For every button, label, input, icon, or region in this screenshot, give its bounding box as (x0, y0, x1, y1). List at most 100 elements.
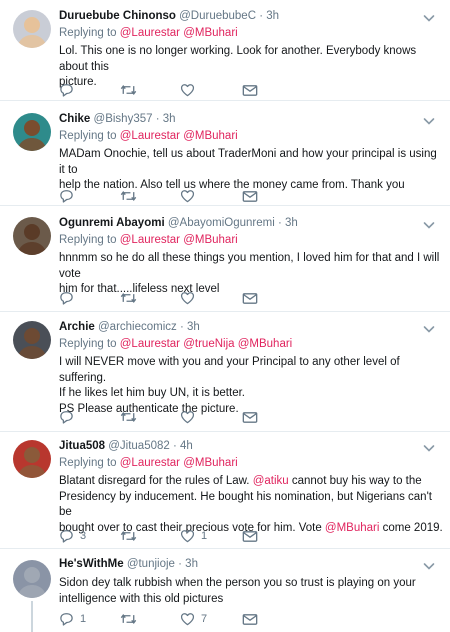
display-name[interactable]: Archie (59, 321, 95, 333)
timestamp[interactable]: 3h (285, 217, 298, 229)
tweet-text-line: Presidency by inducement. He bought his … (59, 490, 443, 521)
chevron-down-icon[interactable] (422, 114, 436, 128)
tweet[interactable]: Duruebube Chinonso @DuruebubeC · 3h Reply… (0, 0, 450, 101)
text-segment: come 2019. (379, 521, 443, 534)
retweet-icon (120, 410, 137, 424)
tweet-text-line: MADam Onochie, tell us about TraderMoni … (59, 148, 437, 176)
heart-icon (180, 529, 195, 543)
reply-button[interactable]: 3 (59, 528, 86, 544)
mention-link[interactable]: @trueNija (183, 338, 234, 350)
reply-button[interactable]: 1 (59, 611, 86, 627)
display-name[interactable]: Ogunremi Abayomi (59, 217, 165, 229)
display-name[interactable]: Chike (59, 113, 90, 125)
like-button[interactable]: 7 (180, 611, 207, 627)
replying-to: Replying to @Laurestar @trueNija @MBuhar… (59, 338, 292, 350)
mention-link[interactable]: @MBuhari (238, 338, 293, 350)
chevron-down-icon[interactable] (422, 11, 436, 25)
avatar[interactable] (13, 321, 51, 359)
replying-prefix: Replying to (59, 457, 117, 469)
separator-dot: · (169, 440, 181, 452)
avatar[interactable] (13, 113, 51, 151)
retweet-icon (120, 612, 137, 626)
chevron-down-icon[interactable] (422, 441, 436, 455)
timestamp[interactable]: 4h (180, 440, 193, 452)
replying-to: Replying to @Laurestar @MBuhari (59, 27, 238, 39)
mention-link[interactable]: @Laurestar (120, 27, 180, 39)
chevron-down-icon[interactable] (422, 218, 436, 232)
like-button[interactable] (180, 188, 201, 204)
tweet-text: Blatant disregard for the rules of Law. … (59, 474, 443, 536)
display-name[interactable]: Duruebube Chinonso (59, 10, 176, 22)
tweet[interactable]: Chike @Bishy357 · 3h Replying to @Laurest… (0, 101, 450, 206)
user-handle[interactable]: @archiecomicz (98, 321, 177, 333)
retweet-button[interactable] (120, 611, 143, 627)
user-handle[interactable]: @DuruebubeC (179, 10, 256, 22)
avatar[interactable] (13, 10, 51, 48)
reply-button[interactable] (59, 188, 80, 204)
mail-icon (242, 411, 258, 424)
mention-link[interactable]: @MBuhari (183, 27, 238, 39)
mention-link[interactable]: @Laurestar (120, 130, 180, 142)
timestamp[interactable]: 3h (266, 10, 279, 22)
tweet[interactable]: He'sWithMe @tunjioje · 3h Sidon dey talk … (0, 549, 450, 632)
reply-icon (59, 291, 74, 305)
user-handle[interactable]: @AbayomiOgunremi (168, 217, 275, 229)
mention-link[interactable]: @Laurestar (120, 457, 180, 469)
timestamp[interactable]: 3h (163, 113, 176, 125)
user-handle[interactable]: @tunjioje (127, 558, 175, 570)
replying-to: Replying to @Laurestar @MBuhari (59, 130, 238, 142)
mail-icon (242, 84, 258, 97)
text-segment: Blatant disregard for the rules of Law. (59, 475, 253, 487)
tweet[interactable]: Jitua508 @Jitua5082 · 4h Replying to @Lau… (0, 432, 450, 549)
like-count: 7 (201, 613, 208, 625)
separator-dot: · (174, 558, 186, 570)
retweet-button[interactable] (120, 409, 143, 425)
avatar[interactable] (13, 440, 51, 478)
display-name[interactable]: He'sWithMe (59, 558, 124, 570)
tweet[interactable]: Ogunremi Abayomi @AbayomiOgunremi · 3h Re… (0, 206, 450, 312)
separator-dot: · (176, 321, 188, 333)
dm-button[interactable] (242, 290, 258, 306)
dm-button[interactable] (242, 409, 258, 425)
retweet-button[interactable] (120, 188, 143, 204)
replying-prefix: Replying to (59, 27, 117, 39)
mention-link[interactable]: @Laurestar (120, 338, 180, 350)
avatar[interactable] (13, 560, 51, 598)
tweet-actions (59, 290, 359, 306)
retweet-button[interactable] (120, 82, 143, 98)
dm-button[interactable] (242, 188, 258, 204)
mention-link[interactable]: @Laurestar (120, 234, 180, 246)
tweet-actions: 31 (59, 528, 359, 544)
mention-link[interactable]: @MBuhari (183, 234, 238, 246)
retweet-button[interactable] (120, 528, 143, 544)
avatar[interactable] (13, 217, 51, 255)
reply-count: 3 (80, 530, 87, 542)
user-handle[interactable]: @Bishy357 (94, 113, 153, 125)
mention-link[interactable]: @MBuhari (183, 130, 238, 142)
reply-count: 1 (80, 613, 87, 625)
like-button[interactable] (180, 82, 201, 98)
reply-button[interactable] (59, 409, 80, 425)
mention-link[interactable]: @MBuhari (183, 457, 238, 469)
user-handle[interactable]: @Jitua5082 (108, 440, 170, 452)
mention-link[interactable]: @atiku (253, 475, 289, 487)
dm-button[interactable] (242, 611, 258, 627)
reply-button[interactable] (59, 82, 80, 98)
heart-icon (180, 83, 195, 97)
chevron-down-icon[interactable] (422, 559, 436, 573)
retweet-icon (120, 83, 137, 97)
tweet-header: Duruebube Chinonso @DuruebubeC · 3h (59, 10, 279, 22)
chevron-down-icon[interactable] (422, 322, 436, 336)
dm-button[interactable] (242, 82, 258, 98)
like-button[interactable]: 1 (180, 528, 207, 544)
dm-button[interactable] (242, 528, 258, 544)
retweet-button[interactable] (120, 290, 143, 306)
reply-button[interactable] (59, 290, 80, 306)
like-button[interactable] (180, 290, 201, 306)
timestamp[interactable]: 3h (185, 558, 198, 570)
tweet[interactable]: Archie @archiecomicz · 3h Replying to @La… (0, 312, 450, 432)
display-name[interactable]: Jitua508 (59, 440, 105, 452)
mail-icon (242, 613, 258, 626)
like-button[interactable] (180, 409, 201, 425)
timestamp[interactable]: 3h (187, 321, 200, 333)
